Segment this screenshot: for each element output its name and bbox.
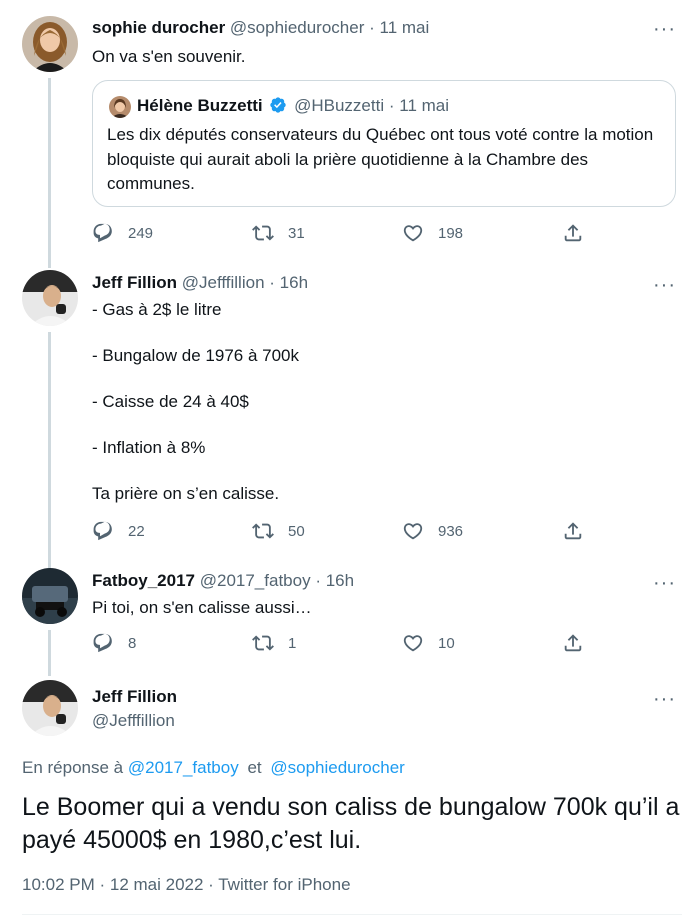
reply-icon — [93, 223, 112, 243]
tweet-time[interactable]: 11 mai — [380, 18, 430, 37]
author-name[interactable]: Fatboy_2017 — [92, 571, 195, 590]
like-count: 936 — [438, 522, 464, 540]
avatar-image — [22, 680, 78, 736]
reply-count: 249 — [128, 224, 154, 242]
share-icon — [564, 634, 582, 652]
divider — [22, 914, 682, 915]
tweet-actions: 22 50 936 — [92, 520, 592, 544]
heart-icon — [403, 225, 423, 242]
thread-line — [48, 332, 51, 572]
separator: · — [369, 18, 375, 37]
separator: · — [269, 273, 275, 292]
like-count: 198 — [438, 224, 464, 242]
more-options-icon[interactable]: ··· — [653, 573, 676, 593]
avatar-image — [22, 270, 78, 326]
author-name[interactable]: sophie durocher — [92, 18, 225, 37]
more-options-icon[interactable]: ··· — [653, 19, 676, 39]
author-handle[interactable]: @Jefffillion — [182, 273, 265, 292]
quoted-author-handle: @HBuzzetti — [294, 96, 385, 115]
avatar-image — [22, 568, 78, 624]
separator: · — [315, 571, 321, 590]
tweet-time[interactable]: 16h — [326, 571, 354, 590]
tweet-jeff-fillion[interactable]: Jeff Fillion @Jefffillion · 16h ··· - Ga… — [0, 262, 700, 572]
like-button[interactable]: 936 — [402, 520, 463, 542]
retweet-icon — [252, 635, 274, 651]
quoted-avatar — [109, 96, 131, 118]
tweet-text: - Gas à 2$ le litre - Bungalow de 1976 à… — [92, 300, 299, 503]
avatar[interactable] — [22, 568, 78, 624]
retweet-icon — [252, 225, 274, 241]
tweet-sophie-durocher[interactable]: sophie durocher @sophiedurocher · 11 mai… — [0, 0, 700, 268]
tweet-header: Fatboy_2017 @2017_fatboy · 16h — [92, 571, 354, 591]
reply-icon — [93, 521, 112, 541]
thread-line — [48, 630, 51, 676]
share-icon — [564, 522, 582, 540]
more-options-icon[interactable]: ··· — [653, 275, 676, 295]
author-name[interactable]: Jeff Fillion — [92, 273, 177, 292]
tweet-actions: 8 1 10 — [92, 632, 592, 656]
tweet-fatboy[interactable]: Fatboy_2017 @2017_fatboy · 16h ··· Pi to… — [0, 560, 700, 676]
retweet-count: 1 — [288, 634, 297, 652]
author-handle[interactable]: @sophiedurocher — [230, 18, 364, 37]
heart-icon — [403, 635, 423, 652]
tweet-meta[interactable]: 10:02 PM · 12 mai 2022 · Twitter for iPh… — [22, 875, 351, 895]
avatar[interactable] — [22, 270, 78, 326]
avatar-image — [22, 16, 78, 72]
like-button[interactable]: 198 — [402, 222, 463, 244]
quoted-text: Les dix députés conservateurs du Québec … — [107, 125, 654, 193]
quoted-tweet[interactable]: Hélène Buzzetti @HBuzzetti · 11 mai Les … — [92, 80, 676, 207]
focused-author-handle[interactable]: @Jefffillion — [92, 711, 175, 731]
focused-author-name[interactable]: Jeff Fillion — [92, 687, 177, 707]
quoted-time: 11 mai — [399, 96, 450, 115]
tweet-time[interactable]: 16h — [280, 273, 308, 292]
retweet-count: 31 — [288, 224, 305, 242]
reply-icon — [93, 633, 112, 653]
quoted-author-name: Hélène Buzzetti — [137, 96, 263, 115]
share-button[interactable] — [562, 520, 584, 542]
reply-count: 22 — [128, 522, 145, 540]
author-name[interactable]: Jeff Fillion — [92, 687, 177, 706]
thread-line — [48, 78, 51, 268]
share-icon — [564, 224, 582, 242]
heart-icon — [403, 523, 423, 540]
tweet-header: Jeff Fillion @Jefffillion · 16h — [92, 273, 308, 293]
retweet-button[interactable]: 1 — [252, 632, 296, 654]
author-handle[interactable]: @2017_fatboy — [200, 571, 311, 590]
replying-to: En réponse à @2017_fatboy et @sophieduro… — [22, 758, 405, 778]
retweet-button[interactable]: 50 — [252, 520, 305, 542]
retweet-count: 50 — [288, 522, 305, 540]
tweet-actions: 249 31 198 — [92, 222, 592, 246]
like-count: 10 — [438, 634, 455, 652]
replying-and: et — [247, 758, 262, 777]
more-options-icon[interactable]: ··· — [653, 689, 676, 709]
verified-badge-icon — [270, 97, 287, 113]
share-button[interactable] — [562, 632, 584, 654]
tweet-text: On va s'en souvenir. — [92, 47, 246, 66]
reply-button[interactable]: 22 — [92, 520, 145, 542]
separator: · — [388, 96, 395, 115]
focused-tweet-text: Le Boomer qui a vendu son caliss de bung… — [22, 793, 680, 854]
like-button[interactable]: 10 — [402, 632, 455, 654]
avatar[interactable] — [22, 680, 78, 736]
replying-to-link-2[interactable]: @sophiedurocher — [270, 758, 404, 777]
author-handle[interactable]: @Jefffillion — [92, 711, 175, 730]
retweet-icon — [252, 523, 274, 539]
retweet-button[interactable]: 31 — [252, 222, 305, 244]
share-button[interactable] — [562, 222, 584, 244]
reply-button[interactable]: 8 — [92, 632, 136, 654]
tweet-header: sophie durocher @sophiedurocher · 11 mai — [92, 18, 429, 38]
reply-count: 8 — [128, 634, 137, 652]
tweet-text: Pi toi, on s'en calisse aussi… — [92, 598, 312, 617]
replying-prefix: En réponse à — [22, 758, 124, 777]
reply-button[interactable]: 249 — [92, 222, 153, 244]
quoted-header: Hélène Buzzetti @HBuzzetti · 11 mai — [137, 96, 449, 116]
avatar[interactable] — [22, 16, 78, 72]
replying-to-link-1[interactable]: @2017_fatboy — [128, 758, 239, 777]
